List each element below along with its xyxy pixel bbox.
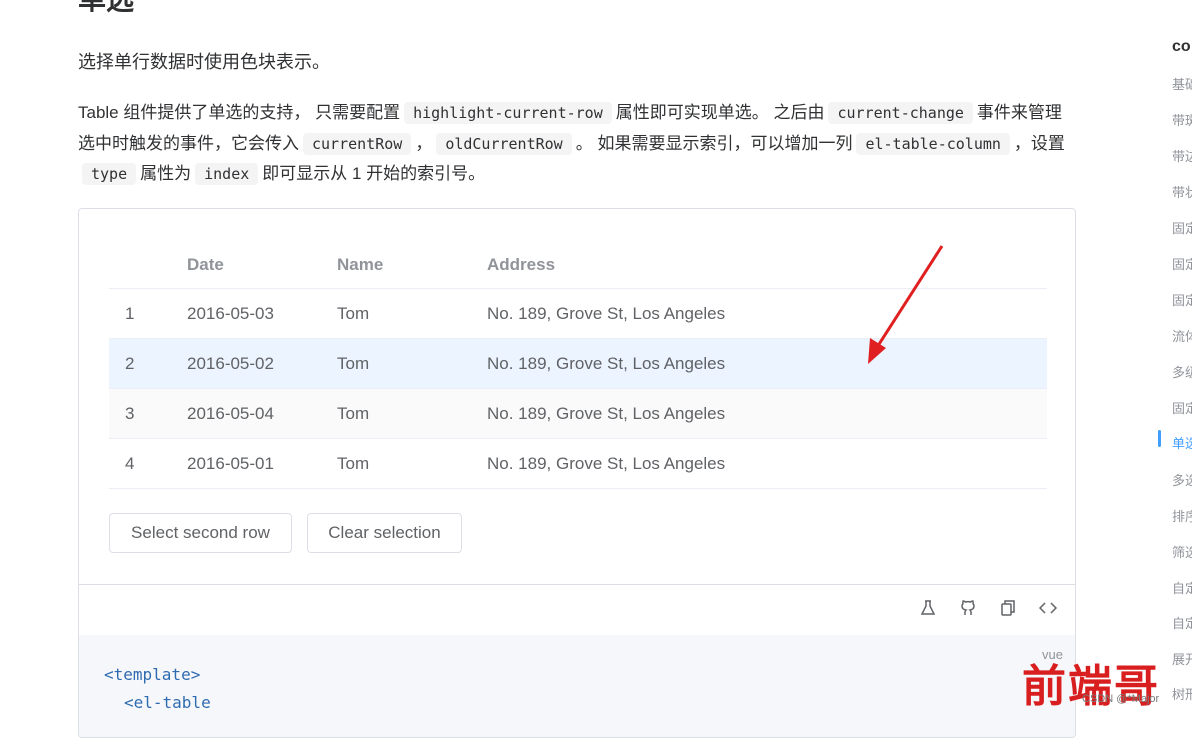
cell-address: No. 189, Grove St, Los Angeles	[487, 403, 726, 423]
toc-title: co	[1172, 38, 1191, 55]
clear-selection-button[interactable]: Clear selection	[307, 513, 462, 553]
code-type: type	[82, 163, 137, 185]
cell-index: 1	[125, 303, 135, 323]
toc-item[interactable]: 带边	[1172, 146, 1192, 165]
desc-text: ，设置	[1013, 133, 1065, 153]
cell-name: Tom	[337, 453, 370, 473]
toc-item[interactable]: 固定	[1172, 254, 1192, 273]
section-lead: 选择单行数据时使用色块表示。	[78, 52, 330, 72]
code-old-current-row: oldCurrentRow	[436, 132, 572, 155]
code-line: <template>	[104, 665, 201, 684]
table-row[interactable]: 4 2016-05-01 Tom No. 189, Grove St, Los …	[109, 439, 1047, 489]
code-icon[interactable]	[1039, 599, 1057, 617]
toc-item[interactable]: 固定	[1172, 398, 1192, 417]
table-row[interactable]: 3 2016-05-04 Tom No. 189, Grove St, Los …	[109, 389, 1047, 439]
divider	[79, 584, 1075, 585]
toc-item[interactable]: 流体	[1172, 326, 1192, 345]
cell-date: 2016-05-03	[187, 303, 274, 323]
demo-toolbar	[919, 599, 1057, 617]
cell-index: 2	[125, 353, 135, 373]
desc-text: Table 组件提供了单选的支持， 只需要配置	[78, 103, 401, 122]
toc-item[interactable]: 筛选	[1172, 542, 1192, 561]
cell-date: 2016-05-04	[187, 403, 274, 423]
annotation-arrow-icon	[868, 245, 944, 364]
cell-name: Tom	[337, 403, 370, 423]
copy-icon[interactable]	[999, 599, 1017, 617]
toc-item[interactable]: 带状	[1172, 182, 1192, 201]
select-second-row-button[interactable]: Select second row	[109, 513, 292, 553]
desc-text: 。 如果需要显示索引，可以增加一列	[575, 133, 853, 153]
cell-address: No. 189, Grove St, Los Angeles	[487, 453, 726, 473]
toc-item[interactable]: 固定	[1172, 290, 1192, 309]
code-block: vue <template> <el-table	[79, 635, 1075, 737]
cell-index: 3	[125, 403, 135, 423]
toc-item[interactable]: 排序	[1172, 506, 1192, 525]
code-line: <el-table	[124, 693, 211, 712]
cell-date: 2016-05-02	[187, 353, 274, 373]
cell-index: 4	[125, 453, 135, 473]
desc-text: ，	[415, 133, 433, 153]
header-address[interactable]: Address	[487, 241, 555, 288]
toc-item[interactable]: 多级	[1172, 362, 1192, 381]
code-el-table-column: el-table-column	[856, 132, 1010, 155]
toc-item[interactable]: 基础	[1172, 74, 1192, 93]
cell-address: No. 189, Grove St, Los Angeles	[487, 303, 726, 323]
toc-item[interactable]: 树形	[1172, 684, 1192, 703]
watermark-caption: CSDN @*Major	[1082, 693, 1160, 705]
code-index: index	[195, 163, 259, 185]
cell-address: No. 189, Grove St, Los Angeles	[487, 353, 726, 373]
toc-item[interactable]: 固定	[1172, 218, 1192, 237]
desc-text: 即可显示从 1 开始的索引号。	[262, 164, 486, 183]
cell-date: 2016-05-01	[187, 453, 274, 473]
flask-icon[interactable]	[919, 599, 937, 617]
toc-item[interactable]: 展开	[1172, 649, 1192, 668]
github-icon[interactable]	[959, 599, 977, 617]
header-name[interactable]: Name	[337, 241, 383, 288]
section-description: Table 组件提供了单选的支持， 只需要配置 highlight-current…	[78, 98, 1078, 190]
desc-text: 属性为	[140, 164, 192, 183]
toc-item[interactable]: 自定	[1172, 578, 1192, 597]
toc-item[interactable]: 多选	[1172, 470, 1192, 489]
code-current-row: currentRow	[303, 132, 412, 155]
code-highlight-current-row: highlight-current-row	[404, 102, 612, 124]
toc-item[interactable]: 自定	[1172, 613, 1192, 632]
desc-text: 属性即可实现单选。 之后由	[615, 103, 825, 122]
toc-item[interactable]: 带斑	[1172, 110, 1192, 129]
toc-item-active[interactable]: 单选	[1172, 433, 1192, 452]
header-date[interactable]: Date	[187, 241, 224, 288]
cell-name: Tom	[337, 353, 370, 373]
page-title: 单选	[78, 0, 134, 14]
toc-active-indicator	[1158, 430, 1161, 447]
cell-name: Tom	[337, 303, 370, 323]
code-current-change: current-change	[828, 102, 973, 124]
